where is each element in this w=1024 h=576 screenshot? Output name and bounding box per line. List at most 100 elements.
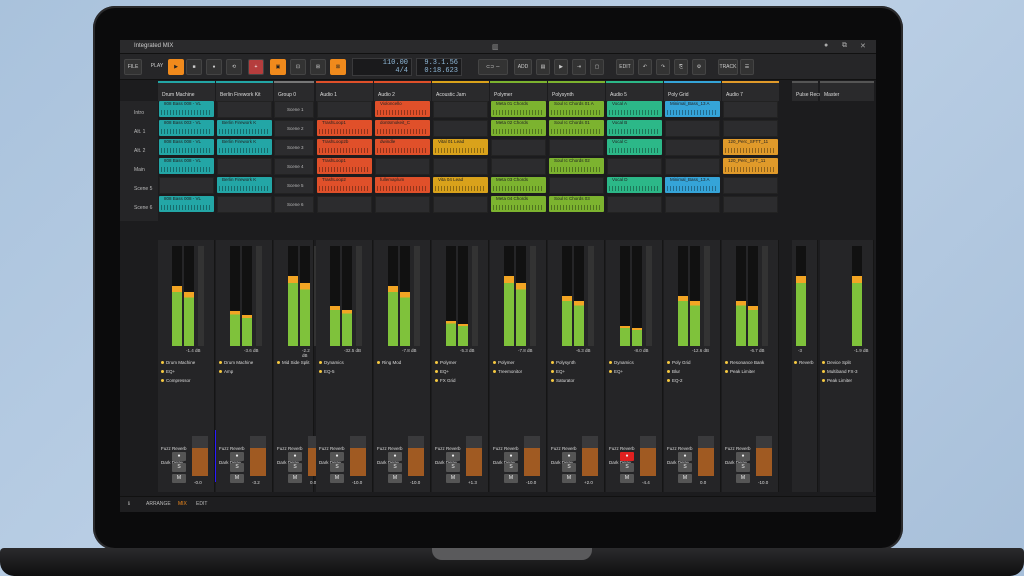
- clip[interactable]: Vital 01 Lead: [433, 139, 488, 155]
- clip[interactable]: 808 Bass 008 - VL: [159, 158, 214, 174]
- volume-fader[interactable]: [198, 246, 204, 346]
- mute-button[interactable]: M: [388, 474, 402, 483]
- clip[interactable]: Meta 02 Chords: [491, 120, 546, 136]
- automation-button[interactable]: ⟲: [226, 59, 242, 75]
- empty-clip-slot[interactable]: [317, 196, 372, 213]
- volume-fader[interactable]: [414, 246, 420, 346]
- clip[interactable]: Vocal D: [607, 177, 662, 193]
- track-header[interactable]: Audio 2: [374, 81, 431, 101]
- device-item[interactable]: Dynamics: [609, 360, 634, 365]
- empty-clip-slot[interactable]: [723, 196, 778, 213]
- clip[interactable]: 808 Bass 008 - VL: [159, 139, 214, 155]
- device-item[interactable]: Peak Limiter: [822, 378, 852, 383]
- device-item[interactable]: Blur: [667, 369, 680, 374]
- track-header[interactable]: Audio 5: [606, 81, 663, 101]
- track-header[interactable]: Group 0: [274, 81, 314, 101]
- empty-clip-slot[interactable]: [607, 196, 662, 213]
- device-item[interactable]: EQ-5: [319, 369, 335, 374]
- clip[interactable]: 808 Bass 008 - VL: [159, 196, 214, 212]
- clip[interactable]: Vocal A: [607, 101, 662, 117]
- device-item[interactable]: Polysynth: [551, 360, 576, 365]
- arm-button[interactable]: ●: [288, 452, 302, 461]
- arm-button[interactable]: ●: [736, 452, 750, 461]
- volume-fader[interactable]: [530, 246, 536, 346]
- metronome-button[interactable]: ⊡: [290, 59, 306, 75]
- device-item[interactable]: Drum Machine: [161, 360, 195, 365]
- track-header[interactable]: Polysynth: [548, 81, 605, 101]
- device-item[interactable]: Poly Grid: [667, 360, 691, 365]
- clip[interactable]: TrashLoop1: [317, 120, 372, 136]
- clip[interactable]: Soul Ic Chords 01: [549, 120, 604, 136]
- play-button[interactable]: ▶: [168, 59, 184, 75]
- scene-label[interactable]: Alt. 2: [134, 148, 145, 154]
- device-item[interactable]: EQ-2: [667, 378, 683, 383]
- group-scene-slot[interactable]: Scene 6: [274, 196, 314, 213]
- volume-bar[interactable]: [698, 436, 714, 476]
- device-item[interactable]: Reverb: [794, 360, 814, 365]
- mute-button[interactable]: M: [230, 474, 244, 483]
- device-item[interactable]: Polymer: [493, 360, 515, 365]
- mute-button[interactable]: M: [562, 474, 576, 483]
- clip[interactable]: Vocal C: [607, 139, 662, 155]
- solo-button[interactable]: S: [504, 463, 518, 472]
- device-item[interactable]: Device Split: [822, 360, 851, 365]
- clip[interactable]: Soul Ic Chords 01 A: [549, 101, 604, 117]
- arm-button[interactable]: ●: [562, 452, 576, 461]
- arm-button[interactable]: ●: [230, 452, 244, 461]
- empty-clip-slot[interactable]: [217, 101, 272, 118]
- group-scene-slot[interactable]: Scene 4: [274, 158, 314, 175]
- solo-button[interactable]: S: [172, 463, 186, 472]
- device-item[interactable]: Amp: [219, 369, 233, 374]
- volume-bar[interactable]: [408, 436, 424, 476]
- scene-label[interactable]: Intro: [134, 110, 144, 116]
- add-record-button[interactable]: +: [248, 59, 264, 75]
- clip[interactable]: Minimal_Bass_13 A: [665, 101, 720, 117]
- empty-clip-slot[interactable]: [317, 101, 372, 118]
- volume-fader[interactable]: [588, 246, 594, 346]
- track-header[interactable]: Poly Grid: [664, 81, 721, 101]
- loop-range-icon[interactable]: ⊂⊃ ∼: [478, 59, 508, 75]
- group-scene-slot[interactable]: Scene 2: [274, 120, 314, 137]
- clip[interactable]: 120_Perc_SFT_11: [723, 158, 778, 174]
- empty-clip-slot[interactable]: [217, 158, 272, 175]
- master-header[interactable]: Master: [820, 81, 874, 101]
- device-item[interactable]: Ring Mod: [377, 360, 401, 365]
- clip[interactable]: 808 Bass 008 - VL: [159, 101, 214, 117]
- volume-bar[interactable]: [640, 436, 656, 476]
- solo-button[interactable]: S: [230, 463, 244, 472]
- empty-clip-slot[interactable]: [491, 158, 546, 175]
- redo-icon[interactable]: ↷: [656, 59, 670, 75]
- clip[interactable]: Meta 03 Chords: [491, 177, 546, 193]
- clip[interactable]: Soul Ic Chords 03: [549, 196, 604, 212]
- copy-icon[interactable]: ⎘: [674, 59, 688, 75]
- volume-bar[interactable]: [582, 436, 598, 476]
- track-header[interactable]: Audio 7: [722, 81, 779, 101]
- record-button[interactable]: ●: [206, 59, 222, 75]
- track-button[interactable]: TRACK: [718, 59, 738, 75]
- volume-fader[interactable]: [472, 246, 478, 346]
- track-header[interactable]: Audio 1: [316, 81, 373, 101]
- device-item[interactable]: Multiband FX-3: [822, 369, 858, 374]
- clip[interactable]: dwindle: [375, 139, 430, 155]
- clip[interactable]: TrashLoop2: [317, 177, 372, 193]
- device-item[interactable]: Compressor: [161, 378, 191, 383]
- arm-button[interactable]: ●: [620, 452, 634, 461]
- scene-label[interactable]: Scene 6: [134, 205, 152, 211]
- mute-button[interactable]: M: [678, 474, 692, 483]
- volume-bar[interactable]: [756, 436, 772, 476]
- clip[interactable]: Soul Ic Chords 02: [549, 158, 604, 174]
- clip[interactable]: 808 Bass 003 - VL: [159, 120, 214, 136]
- mute-button[interactable]: M: [172, 474, 186, 483]
- solo-button[interactable]: S: [620, 463, 634, 472]
- empty-clip-slot[interactable]: [375, 196, 430, 213]
- volume-fader[interactable]: [646, 246, 652, 346]
- device-item[interactable]: Drum Machine: [219, 360, 253, 365]
- empty-clip-slot[interactable]: [433, 101, 488, 118]
- volume-fader[interactable]: [256, 246, 262, 346]
- empty-clip-slot[interactable]: [433, 120, 488, 137]
- nudge-icon[interactable]: ⇥: [572, 59, 586, 75]
- stop-button[interactable]: ■: [186, 59, 202, 75]
- volume-bar[interactable]: [524, 436, 540, 476]
- clip[interactable]: 120_Perc_SFTT_11: [723, 139, 778, 155]
- solo-button[interactable]: S: [330, 463, 344, 472]
